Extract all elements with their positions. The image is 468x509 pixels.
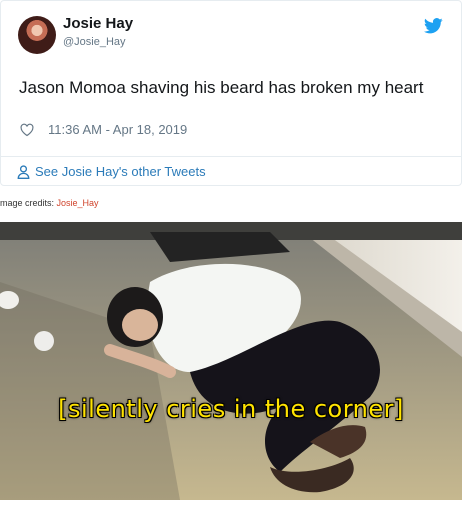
- author-handle[interactable]: @Josie_Hay: [63, 36, 126, 48]
- credits-user-link[interactable]: Josie_Hay: [57, 198, 99, 208]
- avatar[interactable]: [18, 16, 56, 54]
- divider: [1, 156, 461, 157]
- image-credits: mage credits: Josie_Hay: [0, 198, 99, 208]
- tweet-text: Jason Momoa shaving his beard has broken…: [19, 78, 424, 97]
- meme-image: [0, 222, 462, 500]
- twitter-bird-icon[interactable]: [424, 18, 443, 34]
- meme-caption: [silently cries in the corner]: [58, 395, 404, 423]
- heart-icon[interactable]: [20, 123, 34, 137]
- see-other-tweets-label: See Josie Hay's other Tweets: [35, 164, 206, 179]
- tweet-card: Josie Hay @Josie_Hay Jason Momoa shaving…: [0, 0, 462, 186]
- user-icon: [17, 164, 30, 179]
- see-other-tweets-link[interactable]: See Josie Hay's other Tweets: [17, 164, 206, 179]
- tweet-meta: 11:36 AM - Apr 18, 2019: [20, 122, 187, 137]
- credits-label: mage credits:: [0, 198, 57, 208]
- author-name[interactable]: Josie Hay: [63, 15, 133, 32]
- tweet-timestamp[interactable]: 11:36 AM - Apr 18, 2019: [48, 122, 187, 137]
